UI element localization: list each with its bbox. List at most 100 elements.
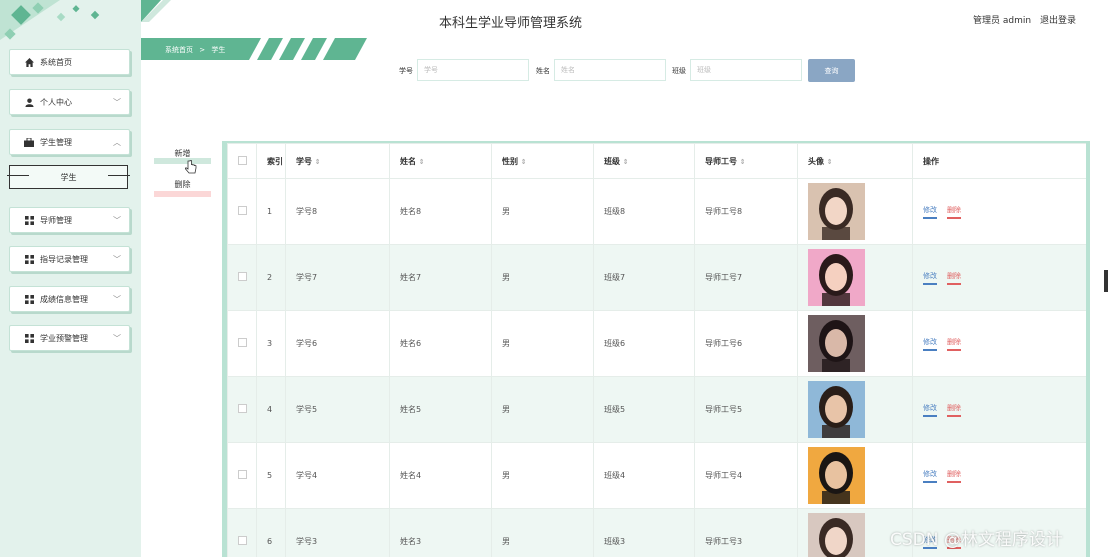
cell-gender: 男 xyxy=(491,310,594,377)
app-title: 本科生学业导师管理系统 xyxy=(439,16,583,31)
search-button[interactable]: 查询 xyxy=(808,59,855,82)
header-ops: 操作 xyxy=(912,143,1086,179)
cell-gender: 男 xyxy=(491,376,594,443)
add-button-bar xyxy=(154,158,211,164)
data-table: 索引 学号 ⇕ 姓名 ⇕ 性别 ⇕ 班级 ⇕ 导师工号 ⇕ 头像 ⇕ 操作 1学… xyxy=(222,141,1090,557)
cell-tutor-no: 导师工号5 xyxy=(694,376,798,443)
row-checkbox[interactable] xyxy=(227,508,257,557)
header-student-no[interactable]: 学号 ⇕ xyxy=(285,143,390,179)
add-button-label: 新增 xyxy=(174,149,191,158)
cell-tutor-no: 导师工号7 xyxy=(694,244,798,311)
row-checkbox[interactable] xyxy=(227,178,257,245)
edit-button[interactable]: 修改 xyxy=(923,403,937,417)
sidebar-item-label: 指导记录管理 xyxy=(40,254,88,264)
table-header-row: 索引 学号 ⇕ 姓名 ⇕ 性别 ⇕ 班级 ⇕ 导师工号 ⇕ 头像 ⇕ 操作 xyxy=(227,143,1086,179)
breadcrumb-separator: > xyxy=(199,46,206,54)
sidebar-item-label: 导师管理 xyxy=(40,215,72,225)
logout-link[interactable]: 退出登录 xyxy=(1040,16,1076,26)
delete-button[interactable]: 删除 xyxy=(154,179,211,197)
cell-class: 班级3 xyxy=(593,508,695,557)
add-button[interactable]: 新增 xyxy=(154,148,211,164)
logo-decoration xyxy=(0,0,100,40)
cell-tutor-no: 导师工号8 xyxy=(694,178,798,245)
sidebar-subitem-student[interactable]: 学生 xyxy=(7,165,130,189)
cell-student-no: 学号4 xyxy=(285,442,390,509)
chevron-down-icon: ﹀ xyxy=(113,334,121,343)
header-avatar[interactable]: 头像 ⇕ xyxy=(797,143,913,179)
grid-icon xyxy=(24,294,34,304)
cell-ops: 修改 删除 xyxy=(912,244,1086,311)
table-row: 5 学号4 姓名4 男班级4 导师工号4 修改 删除 xyxy=(227,442,1086,509)
breadcrumb-current: 学生 xyxy=(211,46,226,54)
header-gender[interactable]: 性别 ⇕ xyxy=(491,143,594,179)
search-label-student-no: 学号 xyxy=(399,67,413,75)
cell-ops: 修改 删除 xyxy=(912,442,1086,509)
cell-student-no: 学号6 xyxy=(285,310,390,377)
row-checkbox[interactable] xyxy=(227,310,257,377)
scrollbar-thumb[interactable] xyxy=(1104,270,1108,292)
breadcrumb: 系统首页 > 学生 xyxy=(165,45,225,55)
avatar xyxy=(808,381,865,438)
cell-student-no: 学号3 xyxy=(285,508,390,557)
search-input-class[interactable]: 班级 xyxy=(690,59,802,81)
header-tutor-no[interactable]: 导师工号 ⇕ xyxy=(694,143,798,179)
cell-student-no: 学号5 xyxy=(285,376,390,443)
edit-button[interactable]: 修改 xyxy=(923,469,937,483)
cell-avatar xyxy=(797,442,913,509)
sidebar-item-profile[interactable]: 个人中心 ﹀ xyxy=(9,89,130,115)
row-checkbox[interactable] xyxy=(227,244,257,311)
edit-button[interactable]: 修改 xyxy=(923,337,937,351)
chevron-down-icon: ﹀ xyxy=(113,295,121,304)
edit-button[interactable]: 修改 xyxy=(923,271,937,285)
cell-gender: 男 xyxy=(491,178,594,245)
cell-ops: 修改 删除 xyxy=(912,310,1086,377)
grid-icon xyxy=(24,215,34,225)
cell-index: 3 xyxy=(256,310,286,377)
row-delete-button[interactable]: 删除 xyxy=(947,403,961,417)
header-label: 学号 xyxy=(296,156,312,166)
header-label: 性别 xyxy=(502,156,518,166)
search-label-class: 班级 xyxy=(672,67,686,75)
sidebar-item-students[interactable]: 学生管理 ︿ xyxy=(9,129,130,155)
cell-class: 班级4 xyxy=(593,442,695,509)
select-all-checkbox[interactable] xyxy=(227,143,257,179)
sidebar-item-tutors[interactable]: 导师管理 ﹀ xyxy=(9,207,130,233)
chevron-down-icon: ﹀ xyxy=(113,98,121,107)
sidebar-item-warning[interactable]: 学业预警管理 ﹀ xyxy=(9,325,130,351)
cell-index: 4 xyxy=(256,376,286,443)
search-input-name[interactable]: 姓名 xyxy=(554,59,666,81)
cell-ops: 修改 删除 xyxy=(912,178,1086,245)
row-delete-button[interactable]: 删除 xyxy=(947,469,961,483)
person-icon xyxy=(24,97,34,107)
edit-button[interactable]: 修改 xyxy=(923,205,937,219)
sidebar-item-home[interactable]: 系统首页 xyxy=(9,49,130,75)
header-index: 索引 xyxy=(256,143,286,179)
hand-cursor-icon xyxy=(185,160,197,174)
sidebar-item-label: 学生管理 xyxy=(40,137,72,147)
sidebar-item-grades[interactable]: 成绩信息管理 ﹀ xyxy=(9,286,130,312)
cell-avatar xyxy=(797,178,913,245)
sidebar-item-label: 系统首页 xyxy=(40,57,72,67)
header-class[interactable]: 班级 ⇕ xyxy=(593,143,695,179)
cell-class: 班级5 xyxy=(593,376,695,443)
breadcrumb-home[interactable]: 系统首页 xyxy=(165,46,193,54)
header-label: 头像 xyxy=(808,156,824,166)
avatar xyxy=(808,315,865,372)
cell-name: 姓名8 xyxy=(389,178,492,245)
cell-name: 姓名4 xyxy=(389,442,492,509)
search-label-name: 姓名 xyxy=(536,67,550,75)
sort-icon: ⇕ xyxy=(739,157,746,166)
row-delete-button[interactable]: 删除 xyxy=(947,205,961,219)
delete-button-bar xyxy=(154,191,211,197)
avatar xyxy=(808,447,865,504)
user-label: 管理员 admin xyxy=(973,16,1032,26)
header-name[interactable]: 姓名 ⇕ xyxy=(389,143,492,179)
row-delete-button[interactable]: 删除 xyxy=(947,337,961,351)
cell-index: 2 xyxy=(256,244,286,311)
search-input-student-no[interactable]: 学号 xyxy=(417,59,529,81)
table-row: 1 学号8 姓名8 男班级8 导师工号8 修改 删除 xyxy=(227,178,1086,245)
sidebar-item-guidance[interactable]: 指导记录管理 ﹀ xyxy=(9,246,130,272)
row-delete-button[interactable]: 删除 xyxy=(947,271,961,285)
row-checkbox[interactable] xyxy=(227,442,257,509)
row-checkbox[interactable] xyxy=(227,376,257,443)
